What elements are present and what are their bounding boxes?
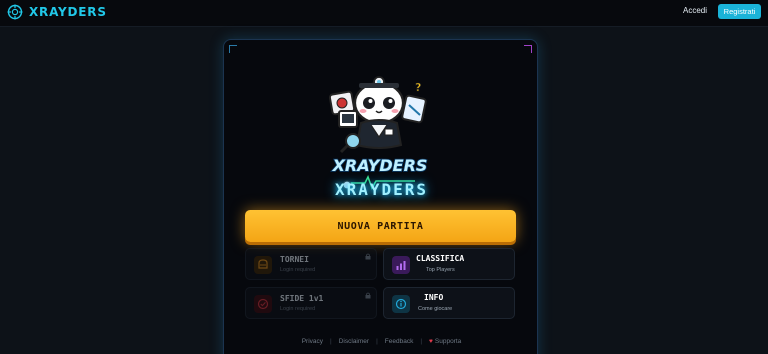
tile-title: SFIDE 1v1 <box>280 294 324 303</box>
support-label: Supporta <box>434 338 462 345</box>
footer-separator: | <box>376 338 378 345</box>
support-link[interactable]: ♥ Supporta <box>429 338 461 345</box>
game-title: XRAYDERS <box>334 180 429 199</box>
lock-icon <box>365 292 371 299</box>
new-game-button[interactable]: NUOVA PARTITA <box>245 210 516 242</box>
tile-info[interactable]: INFO Come giocare <box>383 287 515 319</box>
footer-separator: | <box>420 338 423 345</box>
crosshair-icon <box>7 4 23 20</box>
heart-icon: ♥ <box>429 338 433 345</box>
tile-tornei[interactable]: TORNEI Login required <box>245 248 377 280</box>
disclaimer-link[interactable]: Disclaimer <box>339 338 369 345</box>
tile-subtitle: Come giocare <box>418 306 453 312</box>
info-icon <box>392 295 410 313</box>
tile-subtitle: Top Players <box>426 267 455 273</box>
tile-classifica[interactable]: CLASSIFICA Top Players <box>383 248 515 280</box>
bar-chart-icon <box>392 256 410 274</box>
corner-bracket-top-left <box>229 45 237 53</box>
register-button[interactable]: Registrati <box>718 4 761 19</box>
svg-text:?: ? <box>415 81 421 94</box>
trophy-icon <box>254 256 272 274</box>
tile-sfide[interactable]: SFIDE 1v1 Login required <box>245 287 377 319</box>
tile-subtitle: Login required <box>280 306 316 312</box>
tile-title: TORNEI <box>280 255 309 264</box>
card-footer: Privacy | Disclaimer | Feedback | ♥ Suppo… <box>224 338 537 345</box>
tile-subtitle: Login required <box>280 267 316 273</box>
privacy-link[interactable]: Privacy <box>302 338 323 345</box>
main-menu-card: ? XRAYDERS XRAYDERS NUOVA PARTITA TORNEI… <box>223 39 538 354</box>
svg-text:XRAYDERS: XRAYDERS <box>332 156 428 175</box>
brand-name: XRAYDERS <box>29 5 107 19</box>
brand-logo[interactable]: XRAYDERS <box>7 4 107 20</box>
feedback-link[interactable]: Feedback <box>385 338 414 345</box>
tile-title: INFO <box>424 293 444 302</box>
lock-icon <box>365 253 371 260</box>
footer-separator: | <box>330 338 332 345</box>
tile-title: CLASSIFICA <box>416 254 465 263</box>
login-link[interactable]: Accedi <box>683 6 707 15</box>
corner-bracket-top-right <box>524 45 532 53</box>
top-navbar: XRAYDERS Accedi Registrati <box>0 0 768 27</box>
target-icon <box>254 295 272 313</box>
